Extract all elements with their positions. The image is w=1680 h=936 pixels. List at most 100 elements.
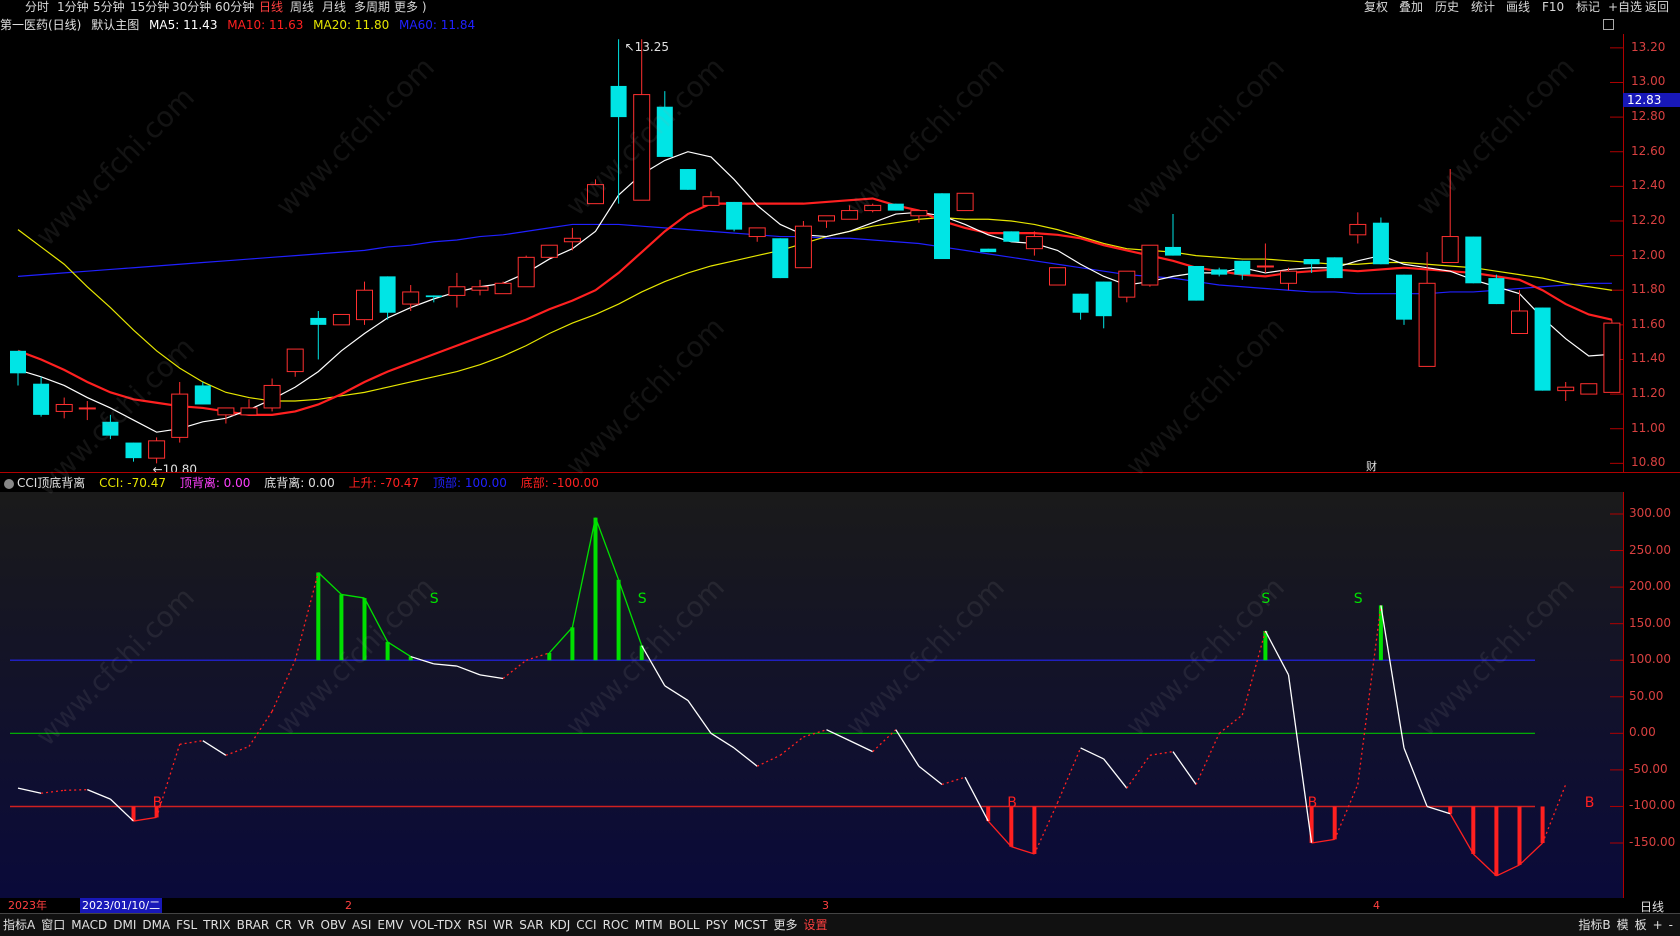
indicator-tab-obv[interactable]: OBV	[318, 914, 350, 936]
period-tab-3[interactable]: 15分钟	[130, 0, 169, 14]
candle-up	[263, 384, 281, 409]
candle-up	[78, 407, 96, 410]
indicator-tab-asi[interactable]: ASI	[349, 914, 374, 936]
candle-up	[563, 237, 581, 243]
month-apr: 4	[1373, 899, 1380, 912]
period-tab-2[interactable]: 5分钟	[93, 0, 125, 14]
period-toolbar: 分时 1分钟 5分钟 15分钟 30分钟 60分钟 日线 周线 月线 多周期 更多 ) 复权 叠加 历史统…	[0, 0, 1680, 14]
bottom-right-control-1[interactable]: 模	[1614, 914, 1632, 936]
indicator-tab-brar[interactable]: BRAR	[234, 914, 273, 936]
price-tick: 12.40	[1631, 178, 1666, 193]
toolbar-button-8[interactable]: 返回	[1645, 0, 1669, 14]
bottom-right-control-2[interactable]: 板	[1632, 914, 1650, 936]
low-price-label: ←10.80	[153, 462, 197, 472]
cci-tick: -100.00	[1629, 798, 1676, 813]
ma5-line	[17, 151, 1612, 433]
cci-tick: -150.00	[1629, 835, 1676, 849]
candlestick-chart[interactable]: ↖13.25 ←10.80 财	[0, 34, 1623, 472]
indicator-tab-kdj[interactable]: KDJ	[547, 914, 574, 936]
indicator-tab-dmi[interactable]: DMI	[110, 914, 139, 936]
period-tab-6[interactable]: 日线	[259, 0, 283, 14]
indicator-tab-窗口[interactable]: 窗口	[38, 914, 68, 936]
candle-up	[148, 440, 166, 459]
indicator-tab-wr[interactable]: WR	[490, 914, 516, 936]
indicator-tab-mcst[interactable]: MCST	[731, 914, 771, 936]
candle-down	[310, 317, 327, 325]
period-tab-8[interactable]: 月线	[322, 0, 346, 14]
indicator-tab-roc[interactable]: ROC	[600, 914, 632, 936]
indicator-tab-psy[interactable]: PSY	[703, 914, 731, 936]
period-tab-9[interactable]: 多周期	[354, 0, 390, 14]
toolbar-button-0[interactable]: 复权	[1364, 0, 1388, 14]
price-tick: 11.80	[1631, 282, 1666, 297]
candle-up	[55, 403, 73, 412]
indicator-tab-cci[interactable]: CCI	[573, 914, 599, 936]
cci-oversold-bar	[1471, 806, 1476, 854]
period-tab-0[interactable]: 分时	[25, 0, 49, 14]
toolbar-button-3[interactable]: 统计	[1471, 0, 1495, 14]
candle-down	[33, 383, 50, 415]
main-chart-info: 第一医药(日线) 默认主图 MA5: 11.43 MA10: 11.63 MA2…	[0, 16, 481, 34]
indicator-tab-vr[interactable]: VR	[295, 914, 318, 936]
indicator-tab-sar[interactable]: SAR	[516, 914, 546, 936]
cci-tick: 50.00	[1629, 688, 1664, 703]
bottom-right-control-3[interactable]: +	[1650, 914, 1666, 936]
candle-down	[980, 248, 997, 253]
candle-up	[702, 196, 720, 206]
indicator-tab-boll[interactable]: BOLL	[666, 914, 703, 936]
toolbar-button-2[interactable]: 历史	[1435, 0, 1459, 14]
price-tick: 11.00	[1631, 420, 1666, 435]
candle-down	[194, 385, 211, 405]
indicator-menu-icon[interactable]	[4, 478, 14, 489]
toolbar-button-5[interactable]: F10	[1542, 0, 1564, 14]
indicator-tab-fsl[interactable]: FSL	[173, 914, 200, 936]
candle-down	[1465, 236, 1482, 284]
price-tick: 13.00	[1631, 74, 1666, 89]
month-feb: 2	[345, 899, 352, 912]
candle-down	[1488, 278, 1505, 305]
period-tab-7[interactable]: 周线	[290, 0, 314, 14]
indicator-tab-emv[interactable]: EMV	[374, 914, 406, 936]
window-close-icon[interactable]	[1603, 19, 1614, 30]
period-tab-5[interactable]: 60分钟	[215, 0, 254, 14]
cci-oversold-bar	[1517, 806, 1522, 865]
buy-signal: B	[1007, 795, 1017, 811]
indicator-tab-设置[interactable]: 设置	[801, 914, 831, 936]
ma5-value: MA5: 11.43	[149, 18, 218, 32]
cci-indicator-name[interactable]: CCI顶底背离	[17, 476, 85, 490]
indicator-tab-vol-tdx[interactable]: VOL-TDX	[407, 914, 465, 936]
cci-indicator-info: CCI顶底背离 CCI: -70.47 顶背离: 0.00 底背离: 0.00 …	[0, 474, 1620, 492]
candle-up	[794, 225, 812, 269]
bottom-right-control-0[interactable]: 指标B	[1575, 914, 1613, 936]
cci-chart[interactable]: S S S S B B B B	[0, 492, 1623, 898]
cci-overbought-bar	[547, 652, 552, 661]
bottom-right-control-4[interactable]: -	[1666, 914, 1676, 936]
candle-up	[240, 407, 258, 416]
ma10-value: MA10: 11.63	[227, 18, 304, 32]
indicator-tab-更多[interactable]: 更多	[771, 914, 801, 936]
cci-overbought-bar	[339, 594, 344, 661]
period-tab-4[interactable]: 30分钟	[172, 0, 211, 14]
indicator-tab-指标a[interactable]: 指标A	[0, 914, 38, 936]
candle-up	[332, 313, 350, 326]
candle-up	[1118, 270, 1136, 298]
candle-up	[748, 227, 766, 238]
indicator-tab-dma[interactable]: DMA	[139, 914, 173, 936]
indicator-tab-cr[interactable]: CR	[272, 914, 295, 936]
cci-oversold-bar	[1009, 806, 1014, 847]
cci-oversold-bar	[1032, 806, 1037, 854]
indicator-tab-trix[interactable]: TRIX	[200, 914, 233, 936]
price-tick: 10.80	[1631, 455, 1666, 470]
toolbar-button-7[interactable]: +自选	[1608, 0, 1642, 14]
chart-mode[interactable]: 默认主图	[91, 18, 139, 32]
toolbar-button-4[interactable]: 画线	[1506, 0, 1530, 14]
period-tab-10[interactable]: 更多 )	[394, 0, 427, 14]
period-tab-1[interactable]: 1分钟	[57, 0, 89, 14]
toolbar-button-1[interactable]: 叠加	[1399, 0, 1423, 14]
toolbar-button-6[interactable]: 标记	[1576, 0, 1600, 14]
candle-up	[540, 244, 558, 258]
indicator-tab-mtm[interactable]: MTM	[632, 914, 666, 936]
indicator-tab-rsi[interactable]: RSI	[465, 914, 491, 936]
price-tick: 11.40	[1631, 351, 1666, 366]
indicator-tab-macd[interactable]: MACD	[68, 914, 110, 936]
